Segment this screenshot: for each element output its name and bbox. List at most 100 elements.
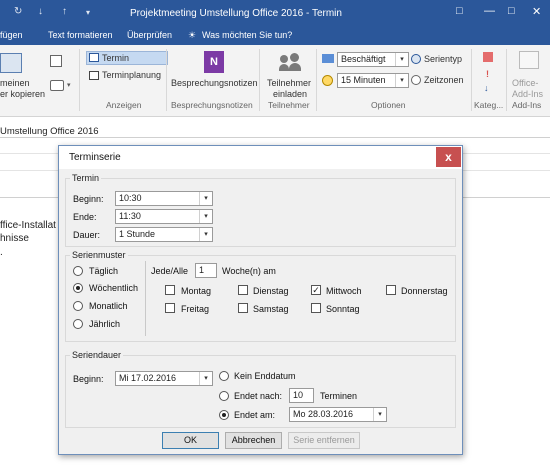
day-samstag[interactable]: Samstag — [253, 304, 289, 314]
checkbox-sonntag[interactable] — [311, 303, 321, 313]
end-date-dropdown[interactable]: Mo 28.03.2016 ▾ — [289, 407, 387, 422]
option-woechentlich[interactable]: Wöchentlich — [89, 283, 138, 293]
chevron-down-icon[interactable]: ▾ — [67, 81, 71, 89]
zeitzonen-button[interactable]: Zeitzonen — [424, 75, 464, 85]
checkbox-mittwoch[interactable]: ✓ — [311, 285, 321, 295]
checkbox-dienstag[interactable] — [238, 285, 248, 295]
series-start-date-dropdown[interactable]: Mi 17.02.2016 ▾ — [115, 371, 213, 386]
serientyp-button[interactable]: Serientyp — [424, 54, 462, 64]
down-arrow-icon[interactable]: ↓ — [38, 6, 43, 17]
abbrechen-button[interactable]: Abbrechen — [225, 432, 282, 449]
tell-me-search[interactable]: Was möchten Sie tun? — [202, 30, 292, 40]
radio-endet-nach[interactable] — [219, 391, 229, 401]
group-label-besprechungsnotizen: Besprechungsnotizen — [171, 100, 253, 110]
chevron-down-icon: ▾ — [199, 192, 212, 205]
office-addins-label-2[interactable]: Add-Ins — [512, 89, 543, 99]
radio-taeglich[interactable] — [73, 266, 83, 276]
up-arrow-icon[interactable]: ↑ — [62, 6, 67, 17]
copy-meeting-label-2[interactable]: er kopieren — [0, 89, 45, 99]
wochen-am-label: Woche(n) am — [222, 266, 276, 276]
pattern-divider — [145, 261, 146, 336]
duration-value: 1 Stunde — [119, 229, 156, 239]
option-jaehrlich[interactable]: Jährlich — [89, 319, 120, 329]
reminder-value: 15 Minuten — [341, 75, 386, 85]
chevron-down-icon: ▾ — [395, 74, 408, 87]
option-endet-am[interactable]: Endet am: — [234, 410, 275, 420]
teilnehmer-label-2[interactable]: einladen — [273, 89, 307, 99]
maximize-icon[interactable]: □ — [508, 5, 515, 17]
beginn-label: Beginn: — [73, 194, 104, 204]
checkbox-donnerstag[interactable] — [386, 285, 396, 295]
body-text-cursor: . — [0, 247, 3, 258]
group-label-kategorisieren: Kateg... — [474, 100, 504, 110]
ende-label: Ende: — [73, 212, 97, 222]
tab-ueberpruefen[interactable]: Überprüfen — [127, 30, 172, 40]
option-kein-enddatum[interactable]: Kein Enddatum — [234, 371, 296, 381]
window-title: Projektmeeting Umstellung Office 2016 - … — [130, 8, 342, 19]
availability-icon — [322, 54, 334, 63]
day-sonntag[interactable]: Sonntag — [326, 304, 360, 314]
ok-button[interactable]: OK — [162, 432, 219, 449]
minimize-icon[interactable]: — — [484, 5, 495, 17]
day-freitag[interactable]: Freitag — [181, 304, 209, 314]
checkbox-freitag[interactable] — [165, 303, 175, 313]
option-taeglich[interactable]: Täglich — [89, 266, 118, 276]
day-mittwoch[interactable]: Mittwoch — [326, 286, 362, 296]
duration-dropdown[interactable]: 1 Stunde ▾ — [115, 227, 213, 242]
serie-entfernen-button[interactable]: Serie entfernen — [288, 432, 360, 449]
subject-field[interactable]: Umstellung Office 2016 — [0, 126, 99, 137]
radio-kein-enddatum[interactable] — [219, 371, 229, 381]
calendar-copy-icon[interactable] — [0, 53, 22, 73]
radio-jaehrlich[interactable] — [73, 319, 83, 329]
store-icon[interactable] — [519, 51, 539, 69]
search-document-icon[interactable] — [50, 55, 62, 67]
close-icon[interactable]: x — [436, 147, 461, 167]
day-montag[interactable]: Montag — [181, 286, 211, 296]
termin-view-label: Termin — [102, 53, 130, 63]
teilnehmer-label-1[interactable]: Teilnehmer — [267, 78, 311, 88]
start-time-value: 10:30 — [119, 193, 142, 203]
option-endet-nach[interactable]: Endet nach: — [234, 391, 282, 401]
status-dropdown[interactable]: Beschäftigt ▾ — [337, 52, 409, 67]
copy-meeting-label-1[interactable]: meinen — [0, 78, 30, 88]
people-invite-icon[interactable] — [279, 53, 302, 73]
checkbox-samstag[interactable] — [238, 303, 248, 313]
ribbon-tabs: fügen Text formatieren Überprüfen ☀ Was … — [0, 27, 550, 45]
interval-input[interactable]: 1 — [195, 263, 217, 278]
mail-forward-icon[interactable] — [50, 80, 64, 91]
tab-einfuegen[interactable]: fügen — [0, 30, 23, 40]
onenote-icon[interactable]: N — [204, 51, 224, 73]
categorize-icon[interactable] — [483, 52, 493, 62]
start-time-dropdown[interactable]: 10:30 ▾ — [115, 191, 213, 206]
option-monatlich[interactable]: Monatlich — [89, 301, 128, 311]
group-separator — [166, 49, 167, 111]
occurrence-count-input[interactable]: 10 — [289, 388, 314, 403]
radio-monatlich[interactable] — [73, 301, 83, 311]
high-importance-icon[interactable]: ! — [486, 69, 489, 79]
chevron-down-icon: ▾ — [373, 408, 386, 421]
end-date-value: Mo 28.03.2016 — [293, 409, 354, 419]
bell-icon — [322, 75, 333, 86]
group-separator — [316, 49, 317, 111]
office-addins-label-1[interactable]: Office- — [512, 78, 538, 88]
reminder-dropdown[interactable]: 15 Minuten ▾ — [337, 73, 409, 88]
serienmuster-section: Serienmuster — [65, 250, 456, 342]
day-dienstag[interactable]: Dienstag — [253, 286, 289, 296]
tab-text-formatieren[interactable]: Text formatieren — [48, 30, 113, 40]
radio-woechentlich[interactable] — [73, 283, 83, 293]
undo-arrow-icon[interactable]: ↻ — [14, 6, 22, 17]
group-label-optionen: Optionen — [371, 100, 406, 110]
radio-endet-am[interactable] — [219, 410, 229, 420]
terminplanung-button[interactable]: Terminplanung — [102, 70, 161, 80]
end-time-dropdown[interactable]: 11:30 ▾ — [115, 209, 213, 224]
checkbox-montag[interactable] — [165, 285, 175, 295]
customize-quick-access-icon[interactable]: ▾ — [86, 8, 90, 17]
day-donnerstag[interactable]: Donnerstag — [401, 286, 448, 296]
besprechungsnotizen-button[interactable]: Besprechungsnotizen — [171, 78, 258, 88]
body-line-2: hnisse — [0, 233, 29, 244]
restore-icon[interactable]: □ — [456, 5, 463, 17]
body-line-1: ffice-Installat — [0, 220, 56, 231]
low-importance-icon[interactable]: ↓ — [484, 83, 489, 93]
close-icon[interactable]: ✕ — [532, 5, 541, 18]
clock-icon — [411, 75, 421, 85]
